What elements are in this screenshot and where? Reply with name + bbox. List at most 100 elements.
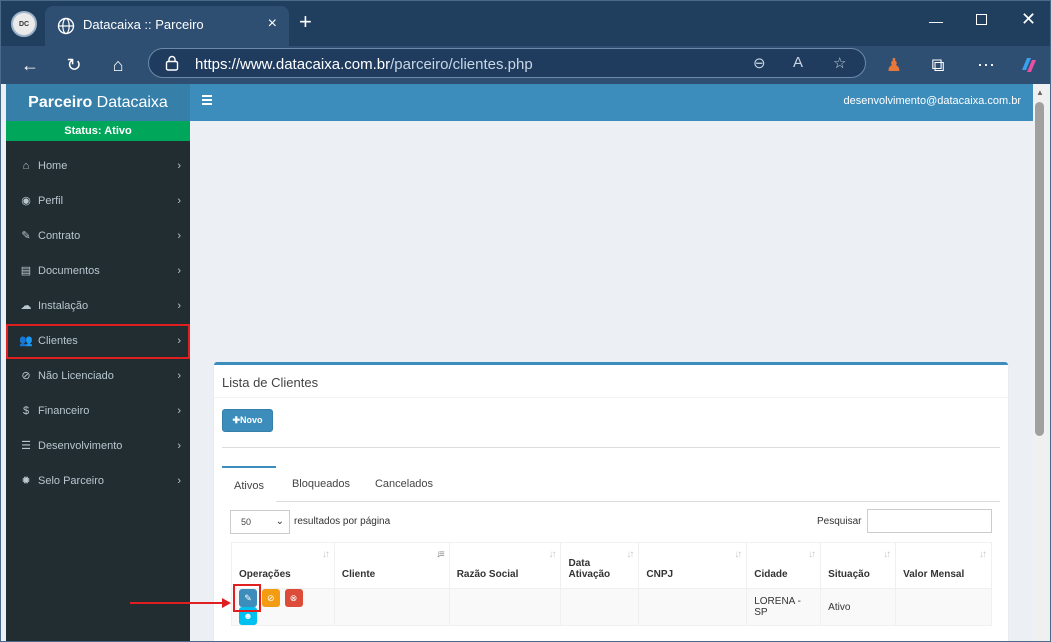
tab-ativos[interactable]: Ativos — [222, 466, 276, 502]
home-icon: ⌂ — [22, 160, 30, 172]
page-length-select[interactable]: 50 ⌄ — [230, 510, 290, 534]
extensions-puzzle-icon[interactable]: ⧉ — [925, 52, 951, 78]
sidebar-item-label: Financeiro — [38, 405, 90, 417]
chevron-right-icon: › — [177, 230, 181, 242]
sidebar-item-label: Perfil — [38, 195, 64, 207]
new-client-button[interactable]: ✚Novo — [222, 409, 273, 432]
read-aloud-icon[interactable]: A — [793, 54, 803, 71]
chevron-right-icon: › — [177, 160, 181, 172]
table-row[interactable]: ✎ ⊘ ⊗ ☻ LORENA - SP Ativo — [231, 584, 992, 626]
user-email[interactable]: desenvolvimento@datacaixa.com.br — [844, 95, 1021, 107]
sidebar-item-documentos[interactable]: ▤ Documentos › — [6, 254, 190, 289]
column-header-situacao[interactable]: Situação ↓↑ — [820, 542, 897, 589]
plus-icon: ✚ — [232, 415, 241, 425]
chevron-right-icon: › — [177, 300, 181, 312]
column-header-cliente[interactable]: Cliente ↓≡ — [333, 542, 450, 589]
sidebar-item-selo-parceiro[interactable]: ✹ Selo Parceiro › — [6, 464, 190, 499]
highlight-box — [233, 584, 261, 612]
sidebar-item-label: Instalação — [38, 300, 89, 312]
sidebar-item-desenvolvimento[interactable]: ☰ Desenvolvimento › — [6, 429, 190, 464]
menu-toggle-icon[interactable] — [202, 95, 212, 105]
cell-valor-mensal — [895, 588, 992, 626]
browser-toolbar: ← ↻ ⌂ https://www.datacaixa.com.br/parce… — [1, 46, 1050, 84]
page-scrollbar[interactable]: ▲ — [1033, 84, 1047, 641]
home-icon[interactable]: ⌂ — [105, 52, 131, 78]
block-icon[interactable]: ⊘ — [261, 589, 280, 607]
cell-cidade: LORENA - SP — [746, 588, 822, 626]
edit-operation: ✎ — [233, 584, 261, 612]
chevron-right-icon: › — [177, 265, 181, 277]
cell-razao-social — [448, 588, 562, 626]
dollar-icon: $ — [22, 405, 30, 417]
sort-icon: ↓↑ — [979, 549, 987, 560]
sort-icon: ↓↑ — [548, 549, 556, 560]
annotation-arrow-head — [222, 598, 231, 608]
clients-table: Operações ↓↑ Cliente ↓≡ Razão Social ↓↑ Dat… — [231, 542, 992, 626]
sidebar-item-home[interactable]: ⌂ Home › — [6, 149, 190, 184]
eye-icon: ◉ — [21, 195, 31, 207]
search-input[interactable] — [867, 509, 992, 533]
sidebar-item-contrato[interactable]: ✎ Contrato › — [6, 219, 190, 254]
back-icon[interactable]: ← — [17, 52, 43, 78]
sidebar-item-clientes[interactable]: 👥 Clientes › — [6, 324, 190, 359]
column-header-cnpj[interactable]: CNPJ ↓↑ — [638, 542, 748, 589]
scrollbar-thumb[interactable] — [1035, 102, 1044, 436]
tab-title: Datacaixa :: Parceiro — [83, 17, 204, 32]
profile-avatar[interactable]: DC — [11, 11, 37, 37]
chevron-right-icon: › — [177, 335, 181, 347]
lock-icon — [165, 55, 179, 71]
sort-icon: ↓↑ — [734, 549, 742, 560]
page-length-value: 50 — [241, 517, 252, 527]
refresh-icon[interactable]: ↻ — [61, 52, 87, 78]
panel-title: Lista de Clientes — [222, 375, 319, 390]
sort-asc-icon: ↓≡ — [435, 549, 445, 560]
sidebar-item-financeiro[interactable]: $ Financeiro › — [6, 394, 190, 429]
sort-icon: ↓↑ — [626, 549, 634, 560]
maximize-icon[interactable] — [976, 14, 987, 25]
globe-icon — [57, 17, 75, 35]
browser-window: DC Datacaixa :: Parceiro × + — ✕ ← ↻ ⌂ h… — [0, 0, 1051, 642]
cancel-icon[interactable]: ⊗ — [284, 589, 303, 607]
chevron-right-icon: › — [177, 475, 181, 487]
tab-cancelados[interactable]: Cancelados — [370, 466, 438, 502]
browser-tab[interactable]: Datacaixa :: Parceiro × — [45, 6, 289, 46]
favorite-star-icon[interactable]: ☆ — [833, 54, 846, 72]
column-header-cidade[interactable]: Cidade ↓↑ — [746, 542, 822, 589]
sort-icon: ↓↑ — [321, 549, 330, 560]
column-header-data-ativacao[interactable]: Data Ativação ↓↑ — [560, 542, 640, 589]
certificate-icon: ✹ — [21, 475, 31, 487]
clients-panel: Lista de Clientes ✚Novo Ativos Bloqueado… — [214, 362, 1008, 641]
sidebar: Parceiro Datacaixa Status: Ativo ⌂ Home › … — [6, 84, 190, 641]
brand-logo[interactable]: Parceiro Datacaixa — [6, 84, 190, 121]
new-button-label: Novo — [240, 415, 263, 425]
status-badge: Status: Ativo — [6, 121, 190, 141]
divider — [214, 397, 1008, 398]
sidebar-menu: ⌂ Home › ◉ Perfil › ✎ Contrato › ▤ Documentos › … — [6, 149, 190, 499]
users-icon: 👥 — [19, 335, 33, 347]
new-tab-button[interactable]: + — [299, 11, 312, 33]
page-length-label: resultados por página — [294, 516, 391, 527]
more-menu-icon[interactable]: ⋯ — [973, 52, 999, 78]
sidebar-item-perfil[interactable]: ◉ Perfil › — [6, 184, 190, 219]
annotation-arrow — [130, 602, 223, 604]
cell-cliente — [333, 588, 450, 626]
sidebar-item-label: Home — [38, 160, 68, 172]
tab-bloqueados[interactable]: Bloqueados — [284, 466, 358, 502]
extension-icon[interactable]: ♟ — [881, 52, 907, 78]
close-tab-icon[interactable]: × — [268, 15, 277, 33]
zoom-icon[interactable]: ⊖ — [753, 54, 766, 72]
sidebar-item-nao-licenciado[interactable]: ⊘ Não Licenciado › — [6, 359, 190, 394]
divider — [222, 447, 1000, 448]
sidebar-item-instalacao[interactable]: ☁ Instalação › — [6, 289, 190, 324]
title-bar: DC Datacaixa :: Parceiro × + — ✕ — [1, 1, 1050, 46]
address-bar[interactable]: https://www.datacaixa.com.br/parceiro/cl… — [148, 48, 866, 78]
book-icon: ▤ — [20, 265, 32, 277]
minimize-icon[interactable]: — — [929, 13, 943, 29]
column-header-razao-social[interactable]: Razão Social ↓↑ — [448, 542, 562, 589]
column-header-valor-mensal[interactable]: Valor Mensal ↓↑ — [895, 542, 992, 589]
copilot-icon[interactable] — [1016, 52, 1042, 78]
sort-icon: ↓↑ — [883, 549, 891, 560]
scroll-up-icon[interactable]: ▲ — [1036, 88, 1044, 97]
column-header-operacoes[interactable]: Operações ↓↑ — [231, 542, 335, 589]
close-window-icon[interactable]: ✕ — [1021, 9, 1036, 30]
